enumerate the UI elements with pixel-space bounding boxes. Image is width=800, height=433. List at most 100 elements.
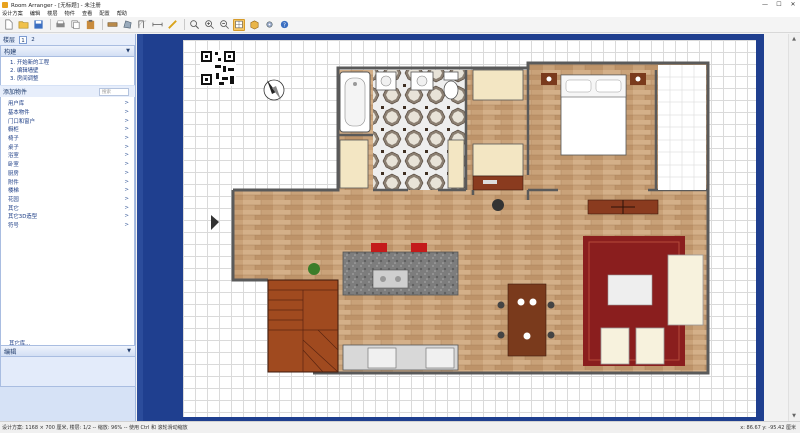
- category-stairs[interactable]: 楼梯 >: [8, 186, 130, 195]
- menu-item-floor[interactable]: 楼层: [47, 10, 57, 17]
- zoom-fit-icon[interactable]: [188, 19, 200, 31]
- menu-item-view[interactable]: 查看: [82, 10, 92, 17]
- menu-item-design[interactable]: 设计方案: [2, 10, 23, 17]
- settings-icon[interactable]: [263, 19, 275, 31]
- chevron-right-icon: >: [124, 109, 129, 116]
- menu-item-objects[interactable]: 物件: [65, 10, 75, 17]
- new-file-icon[interactable]: [2, 19, 14, 31]
- edit-panel: 编辑 ▼: [0, 345, 136, 387]
- paste-icon[interactable]: [84, 19, 96, 31]
- build-step-adjust-room[interactable]: 3. 房间调整: [10, 75, 134, 83]
- toolbar-separator: [184, 19, 185, 30]
- category-garden[interactable]: 花园 >: [8, 195, 130, 204]
- window-title: Room Arranger - [无标题] - 未注册: [11, 2, 101, 9]
- bathroom-shelf: [447, 139, 465, 189]
- category-label: 基本物件: [8, 110, 30, 117]
- build-steps-list: 1. 开始新的工程 2. 编辑墙壁 3. 房间调整: [0, 57, 135, 85]
- category-accessories[interactable]: 附件 >: [8, 177, 130, 186]
- svg-text:?: ?: [283, 22, 286, 28]
- help-icon[interactable]: ?: [278, 19, 290, 31]
- edit-panel-body: [0, 357, 136, 387]
- category-label: 楼梯: [8, 188, 19, 195]
- edit-panel-title: 编辑: [4, 348, 17, 356]
- toolbar-separator: [50, 19, 51, 30]
- category-label: 附件: [8, 179, 19, 186]
- view-2d-icon[interactable]: [233, 18, 245, 31]
- office-chair: [492, 199, 504, 211]
- minimize-button[interactable]: —: [758, 0, 772, 9]
- build-step-edit-walls[interactable]: 2. 编辑墙壁: [10, 67, 134, 75]
- category-symbols[interactable]: 符号 >: [8, 221, 130, 230]
- status-bar: 设计方案: 1168 × 700 厘米, 楼层: 1/2 -- 缩放: 96% …: [0, 421, 800, 433]
- scroll-down-icon[interactable]: ▼: [788, 411, 800, 421]
- menu-item-help[interactable]: 帮助: [117, 10, 127, 17]
- view-3d-icon[interactable]: [248, 19, 260, 31]
- edit-panel-header[interactable]: 编辑 ▼: [0, 345, 136, 357]
- category-other-3d[interactable]: 其它3D造型 >: [8, 212, 130, 221]
- category-tables[interactable]: 桌子 >: [8, 142, 130, 151]
- collapse-arrow-icon[interactable]: ▼: [127, 348, 131, 354]
- floor-tab-2[interactable]: 2: [29, 36, 37, 44]
- close-button[interactable]: ✕: [786, 0, 800, 9]
- category-chairs[interactable]: 椅子 >: [8, 134, 130, 143]
- object-search-input[interactable]: 搜索: [99, 87, 129, 96]
- build-panel-header[interactable]: 构建 ▼: [0, 45, 135, 57]
- toilet: [443, 80, 459, 100]
- collapse-arrow-icon[interactable]: ▼: [126, 48, 130, 54]
- dining-chair-1: [497, 301, 505, 309]
- category-doors-windows[interactable]: 门口和窗户 >: [8, 116, 130, 125]
- canvas-ruler: [137, 34, 143, 421]
- category-bedroom[interactable]: 卧室 >: [8, 160, 130, 169]
- copy-icon[interactable]: [69, 19, 81, 31]
- measure-icon[interactable]: [166, 19, 178, 31]
- menu-item-edit[interactable]: 编辑: [30, 10, 40, 17]
- category-bathroom[interactable]: 浴室 >: [8, 151, 130, 160]
- menu-bar: 设计方案 编辑 楼层 物件 查看 配置 帮助: [0, 9, 800, 17]
- category-basic-objects[interactable]: 基本物件 >: [8, 108, 130, 117]
- menu-item-config[interactable]: 配置: [99, 10, 109, 17]
- print-icon[interactable]: [54, 19, 66, 31]
- door-icon[interactable]: [136, 19, 148, 31]
- zoom-in-icon[interactable]: [203, 19, 215, 31]
- save-icon[interactable]: [32, 19, 44, 31]
- category-label: 桌子: [8, 144, 19, 151]
- build-panel-title: 构建: [4, 48, 17, 56]
- category-user-library[interactable]: 用户库 >: [8, 99, 130, 108]
- chevron-right-icon: >: [124, 126, 129, 133]
- category-label: 用户库: [8, 101, 25, 108]
- category-label: 花园: [8, 196, 19, 203]
- polygon-icon[interactable]: [121, 19, 133, 31]
- category-cabinets[interactable]: 橱柜 >: [8, 125, 130, 134]
- wall-icon[interactable]: [106, 19, 118, 31]
- window-controls: — ☐ ✕: [758, 0, 800, 9]
- floor-plan[interactable]: [183, 40, 713, 380]
- dimension-icon[interactable]: [151, 19, 163, 31]
- category-kitchen[interactable]: 厨房 >: [8, 169, 130, 178]
- zoom-out-icon[interactable]: [218, 19, 230, 31]
- build-step-new-project[interactable]: 1. 开始新的工程: [10, 59, 134, 67]
- chevron-right-icon: >: [124, 204, 129, 211]
- armchair-1: [600, 327, 630, 365]
- scroll-up-icon[interactable]: ▲: [788, 34, 800, 44]
- scrollbar-track[interactable]: [788, 34, 800, 421]
- floor-tab-1[interactable]: 1: [19, 35, 28, 44]
- chevron-right-icon: >: [124, 178, 129, 185]
- bathroom-cabinet: [339, 139, 369, 189]
- entrance-arrow-icon: [211, 215, 219, 230]
- category-label: 符号: [8, 222, 19, 229]
- vertical-scrollbar[interactable]: ▲ ▼: [764, 34, 800, 421]
- category-label: 门口和窗户: [8, 118, 35, 125]
- dining-chair-2: [497, 331, 505, 339]
- object-category-list: 用户库 > 基本物件 > 门口和窗户 > 橱柜 > 椅子 > 桌子 > 浴室 > 卧室 > 厨房…: [0, 97, 135, 350]
- compass-icon: [263, 79, 285, 101]
- app-logo-icon: [2, 1, 8, 8]
- qr-code-icon: [200, 50, 236, 86]
- hall-cabinet-bottom: [472, 143, 524, 177]
- bar-stool-1: [371, 243, 387, 252]
- chevron-right-icon: >: [124, 135, 129, 142]
- dining-chair-4: [547, 331, 555, 339]
- maximize-button[interactable]: ☐: [772, 0, 786, 9]
- category-other[interactable]: 其它 >: [8, 203, 130, 212]
- bar-stool-2: [411, 243, 427, 252]
- open-folder-icon[interactable]: [17, 19, 29, 31]
